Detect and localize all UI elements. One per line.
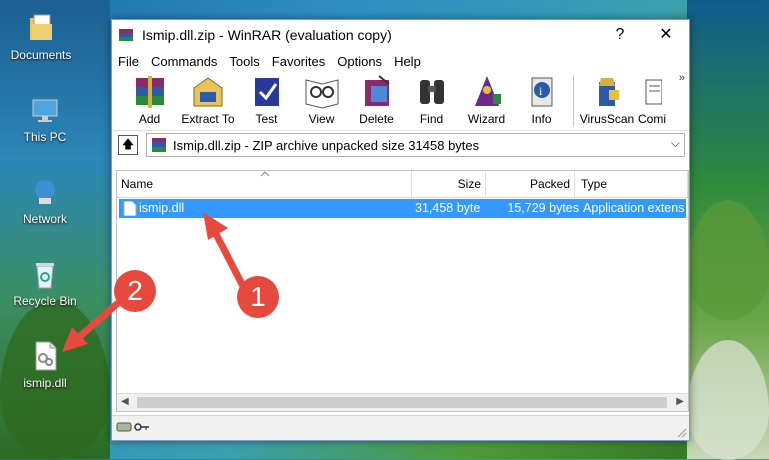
annotation-badge-2: 2 [114, 270, 156, 312]
annotation-arrows [62, 212, 249, 352]
arrow-2-shaft [75, 300, 121, 341]
annotation-badge-1: 1 [237, 276, 279, 318]
arrow-1-shaft [211, 230, 249, 292]
